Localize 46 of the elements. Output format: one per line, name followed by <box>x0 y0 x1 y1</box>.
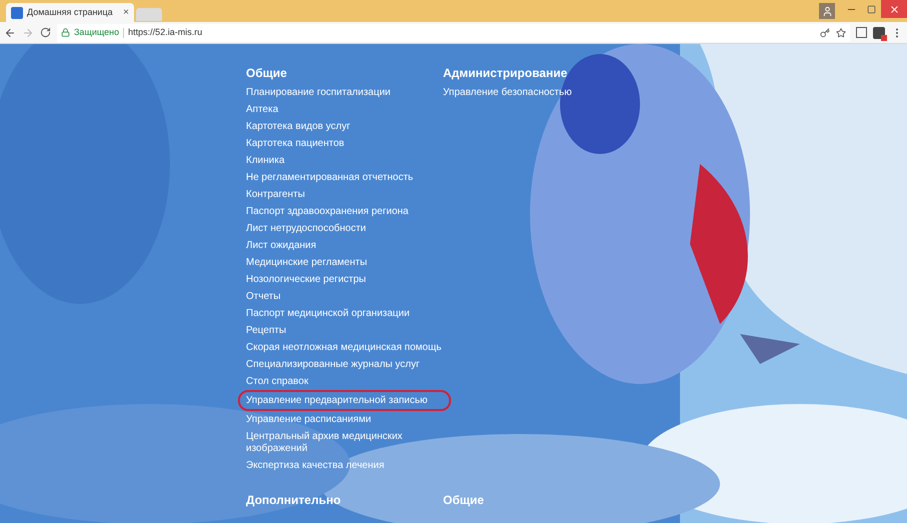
tab-close-button[interactable]: × <box>123 5 129 20</box>
url-text: https://52.ia-mis.ru <box>128 26 202 39</box>
menu-link[interactable]: Не регламентированная отчетность <box>246 169 443 186</box>
menu-link[interactable]: Отчеты <box>246 288 443 305</box>
close-icon <box>888 4 900 14</box>
menu-link[interactable]: Паспорт здравоохранения региона <box>246 203 443 220</box>
menu-link[interactable]: Рецепты <box>246 322 443 339</box>
menu-link[interactable]: Планирование госпитализации <box>246 84 443 101</box>
menu-link[interactable]: Лист нетрудоспособности <box>246 220 443 237</box>
menu-link[interactable]: Медицинские регламенты <box>246 254 443 271</box>
menu-link[interactable]: Картотека видов услуг <box>246 118 443 135</box>
section-title: Дополнительно <box>246 492 342 509</box>
bookmark-star-icon <box>836 28 846 38</box>
menu-link[interactable]: Клиника <box>246 152 443 169</box>
section-title: Администрирование <box>443 65 568 82</box>
tab-title: Домашняя страница <box>27 6 114 19</box>
menu-link[interactable]: Картотека пациентов <box>246 135 443 152</box>
extension-icon[interactable] <box>856 27 867 38</box>
menu-link[interactable]: Лист ожидания <box>246 237 443 254</box>
extension-badge-icon[interactable] <box>873 26 885 38</box>
secure-label: Защищено <box>74 26 120 39</box>
user-icon <box>822 6 832 16</box>
lock-icon <box>61 28 70 37</box>
section-title: Общие <box>246 65 288 82</box>
menu-link[interactable]: Паспорт медицинской организации <box>246 305 443 322</box>
menu-link[interactable]: Скорая неотложная медицинская помощь <box>246 339 443 356</box>
menu-link[interactable]: Контрагенты <box>246 186 443 203</box>
menu-link[interactable]: Нозологические регистры <box>246 271 443 288</box>
menu-link[interactable]: Экспертиза качества лечения <box>246 457 443 474</box>
menu-link[interactable]: Аптека <box>246 101 443 118</box>
menu-link[interactable]: Центральный архив медицинских изображений <box>246 428 443 457</box>
address-bar[interactable]: Защищено https://52.ia-mis.ru <box>57 24 850 42</box>
close-button[interactable] <box>881 0 907 18</box>
menu-link[interactable]: Управление безопасностью <box>443 84 623 101</box>
maximize-icon <box>866 4 876 14</box>
section-title: Общие <box>443 492 485 509</box>
reload-button[interactable] <box>40 27 51 38</box>
menu-link[interactable]: Стол справок <box>246 373 443 390</box>
browser-tab[interactable]: Домашняя страница × <box>6 3 134 22</box>
user-button[interactable] <box>819 3 835 19</box>
back-button[interactable] <box>4 26 16 38</box>
key-icon <box>820 28 830 38</box>
menu-link[interactable]: Управление расписаниями <box>246 411 443 428</box>
menu-link[interactable]: Управление предварительной записью <box>238 390 451 411</box>
site-icon <box>11 6 23 18</box>
menu-link[interactable]: Специализированные журналы услуг <box>246 356 443 373</box>
